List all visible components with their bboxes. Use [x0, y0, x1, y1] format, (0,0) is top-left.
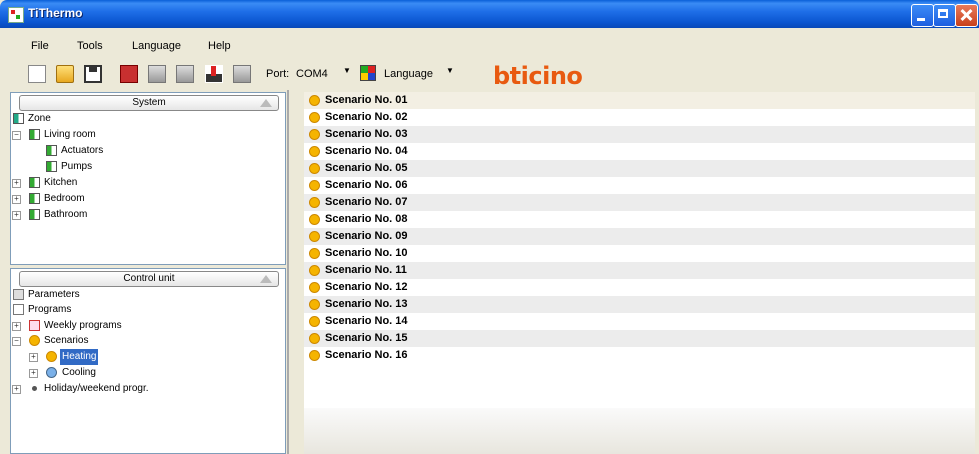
language-label[interactable]: Language	[384, 68, 433, 80]
list-item[interactable]: Scenario No. 03	[304, 126, 975, 143]
expand-icon[interactable]: +	[29, 369, 38, 378]
control-unit-panel: Control unit Parameters Programs + Weekl…	[10, 268, 286, 454]
scenario-icon	[309, 180, 320, 191]
scenario-icon	[309, 197, 320, 208]
expand-icon[interactable]: +	[12, 195, 21, 204]
expand-icon[interactable]: +	[12, 322, 21, 331]
room-icon	[29, 177, 40, 188]
port-label: Port:	[266, 68, 290, 80]
scenario-icon	[309, 282, 320, 293]
list-item[interactable]: Scenario No. 06	[304, 177, 975, 194]
close-button[interactable]	[955, 4, 978, 27]
control-unit-panel-header[interactable]: Control unit	[19, 271, 279, 287]
list-item[interactable]: Scenario No. 14	[304, 313, 975, 330]
expand-icon[interactable]: +	[12, 211, 21, 220]
holiday-icon	[32, 386, 37, 391]
list-item[interactable]: Scenario No. 10	[304, 245, 975, 262]
list-item[interactable]: Scenario No. 04	[304, 143, 975, 160]
toolbar: Port: COM4 ▼ Language ▼ bticino	[0, 60, 979, 90]
minimize-button[interactable]	[911, 4, 934, 27]
scenario-icon	[309, 146, 320, 157]
maximize-button[interactable]	[933, 4, 956, 27]
cooling-icon	[46, 367, 57, 378]
list-footer-area	[304, 408, 975, 454]
room-icon	[29, 209, 40, 220]
scenario-icon	[309, 129, 320, 140]
expand-icon[interactable]: +	[29, 353, 38, 362]
brand-logo: bticino	[493, 62, 583, 90]
list-item[interactable]: Scenario No. 13	[304, 296, 975, 313]
scenario-icon	[309, 265, 320, 276]
scenario-icon	[309, 214, 320, 225]
app-icon	[8, 7, 24, 23]
room-icon	[29, 193, 40, 204]
menu-tools[interactable]: Tools	[77, 40, 103, 52]
splitter[interactable]	[287, 90, 289, 454]
delete-icon[interactable]	[120, 65, 138, 83]
scenario-icon	[309, 95, 320, 106]
collapse-icon[interactable]: −	[12, 131, 21, 140]
port-dropdown-icon[interactable]: ▼	[343, 66, 351, 75]
expand-icon[interactable]: +	[12, 385, 21, 394]
scenario-icon	[309, 299, 320, 310]
menu-help[interactable]: Help	[208, 40, 231, 52]
zone-icon	[13, 113, 24, 124]
print-icon[interactable]	[233, 65, 251, 83]
new-file-icon[interactable]	[28, 65, 46, 83]
scenario-icon	[309, 231, 320, 242]
list-item[interactable]: Scenario No. 09	[304, 228, 975, 245]
scenario-icon	[309, 316, 320, 327]
room-icon	[29, 129, 40, 140]
menu-language[interactable]: Language	[132, 40, 181, 52]
calendar-icon	[29, 320, 40, 331]
scenario-icon	[309, 248, 320, 259]
app-window: TiThermo File Tools Language Help Port: …	[0, 0, 979, 454]
list-item[interactable]: Scenario No. 12	[304, 279, 975, 296]
list-item[interactable]: Scenario No. 05	[304, 160, 975, 177]
collapse-icon[interactable]: −	[12, 337, 21, 346]
list-item[interactable]: Scenario No. 16	[304, 347, 975, 364]
save-icon[interactable]	[84, 65, 102, 83]
system-panel-header[interactable]: System	[19, 95, 279, 111]
scenario-list: Scenario No. 01 Scenario No. 02 Scenario…	[304, 92, 975, 408]
room-icon	[46, 145, 57, 156]
scenario-icon	[309, 350, 320, 361]
programs-icon	[13, 304, 24, 315]
window-title: TiThermo	[28, 6, 83, 20]
scenario-icon	[309, 333, 320, 344]
scenario-icon	[309, 112, 320, 123]
list-item[interactable]: Scenario No. 01	[304, 92, 975, 109]
list-item[interactable]: Scenario No. 15	[304, 330, 975, 347]
list-item[interactable]: Scenario No. 11	[304, 262, 975, 279]
parameters-icon	[13, 289, 24, 300]
collapse-icon[interactable]	[260, 99, 272, 107]
list-item[interactable]: Scenario No. 02	[304, 109, 975, 126]
write-icon[interactable]	[176, 65, 194, 83]
scenario-icon	[29, 335, 40, 346]
scenario-icon	[309, 163, 320, 174]
menu-file[interactable]: File	[31, 40, 49, 52]
language-dropdown-icon[interactable]: ▼	[446, 66, 454, 75]
system-panel: System Zone − Living room Actuators Pump…	[10, 92, 286, 265]
collapse-icon[interactable]	[260, 275, 272, 283]
send-icon[interactable]	[205, 65, 223, 83]
heating-icon	[46, 351, 57, 362]
open-folder-icon[interactable]	[56, 65, 74, 83]
expand-icon[interactable]: +	[12, 179, 21, 188]
read-icon[interactable]	[148, 65, 166, 83]
title-bar[interactable]: TiThermo	[0, 0, 979, 28]
language-flag-icon[interactable]	[360, 65, 376, 81]
list-item[interactable]: Scenario No. 08	[304, 211, 975, 228]
list-item[interactable]: Scenario No. 07	[304, 194, 975, 211]
room-icon	[46, 161, 57, 172]
